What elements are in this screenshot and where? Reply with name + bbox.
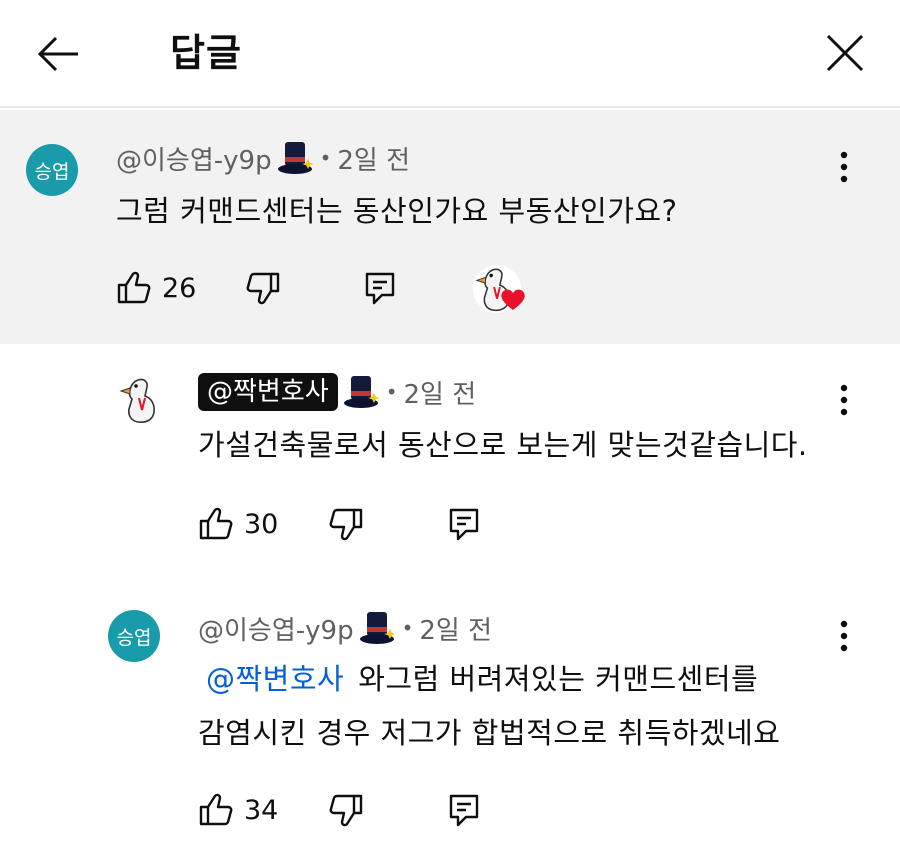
creator-heart [472, 264, 525, 314]
avatar[interactable]: 승엽 [26, 144, 78, 196]
comment-meta: @이승엽-y9p • 2일 전 [198, 608, 492, 648]
top-hat-badge-icon [276, 139, 314, 177]
comment-text: 와그럼 버려져있는 커맨드센터를 [358, 662, 759, 696]
thumbs-down-icon [328, 506, 364, 542]
like-count: 30 [244, 508, 279, 540]
comment-meta: @짝변호사 • 2일 전 [198, 372, 476, 412]
thumbs-up-icon [198, 792, 234, 828]
app-header: 답글 [0, 0, 900, 108]
arrow-left-icon [37, 36, 78, 72]
reply-button[interactable] [362, 270, 398, 306]
like-count: 26 [162, 272, 197, 304]
comment-text-line: @짝변호사 와그럼 버려져있는 커맨드센터를 [198, 656, 758, 702]
like-button[interactable]: 30 [198, 506, 278, 542]
heart-icon [501, 289, 525, 310]
separator: • [319, 146, 332, 170]
comment-meta: @이승엽-y9p • 2일 전 [116, 138, 410, 178]
top-hat-badge-icon [342, 373, 380, 411]
author-handle[interactable]: @이승엽-y9p [116, 140, 272, 177]
reply-icon [446, 792, 482, 828]
avatar[interactable]: 승엽 [108, 610, 160, 662]
comment-text: 가설건축물로서 동산으로 보는게 맞는것같습니다. [198, 428, 808, 462]
top-hat-badge-icon [358, 609, 396, 647]
goose-avatar-icon[interactable] [116, 374, 168, 426]
avatar-initials: 승엽 [34, 160, 70, 183]
comment-text: 그럼 커맨드센터는 동산인가요 부동산인가요? [116, 194, 678, 228]
reply-icon [446, 506, 482, 542]
comment-text: 감염시킨 경우 저그가 합법적으로 취득하겠네요 [198, 716, 781, 750]
mention-link[interactable]: @짝변호사 [198, 662, 344, 696]
reply-comment: 승엽 @이승엽-y9p • 2일 전 @짝변호사 와그럼 버려져있는 커맨드센터를… [0, 580, 900, 858]
dislike-button[interactable] [328, 506, 364, 542]
parent-comment: 승엽 @이승엽-y9p • 2일 전 그럼 커맨드센터는 동산인가요 부동산인가… [0, 110, 900, 344]
timestamp[interactable]: 2일 전 [419, 610, 492, 647]
close-icon [826, 34, 864, 72]
back-button[interactable] [34, 30, 82, 78]
more-options-icon[interactable] [834, 616, 854, 656]
reply-comment: @짝변호사 • 2일 전 가설건축물로서 동산으로 보는게 맞는것같습니다. 3… [0, 344, 900, 580]
close-button[interactable] [822, 30, 868, 76]
reply-button[interactable] [446, 506, 482, 542]
timestamp[interactable]: 2일 전 [337, 140, 410, 177]
like-button[interactable]: 34 [198, 792, 278, 828]
thumbs-up-icon [198, 506, 234, 542]
separator: • [385, 380, 398, 404]
author-handle[interactable]: @이승엽-y9p [198, 610, 354, 647]
author-handle-chip[interactable]: @짝변호사 [198, 373, 338, 411]
like-count: 34 [244, 794, 279, 826]
thumbs-down-icon [328, 792, 364, 828]
separator: • [401, 616, 414, 640]
thumbs-down-icon [245, 270, 281, 306]
thumbs-up-icon [116, 270, 152, 306]
dislike-button[interactable] [245, 270, 281, 306]
more-options-icon[interactable] [834, 380, 854, 420]
avatar-initials: 승엽 [116, 626, 152, 649]
page-title: 답글 [170, 31, 242, 75]
reply-button[interactable] [446, 792, 482, 828]
like-button[interactable]: 26 [116, 270, 196, 306]
dislike-button[interactable] [328, 792, 364, 828]
more-options-icon[interactable] [834, 147, 854, 187]
timestamp[interactable]: 2일 전 [403, 374, 476, 411]
reply-icon [362, 270, 398, 306]
